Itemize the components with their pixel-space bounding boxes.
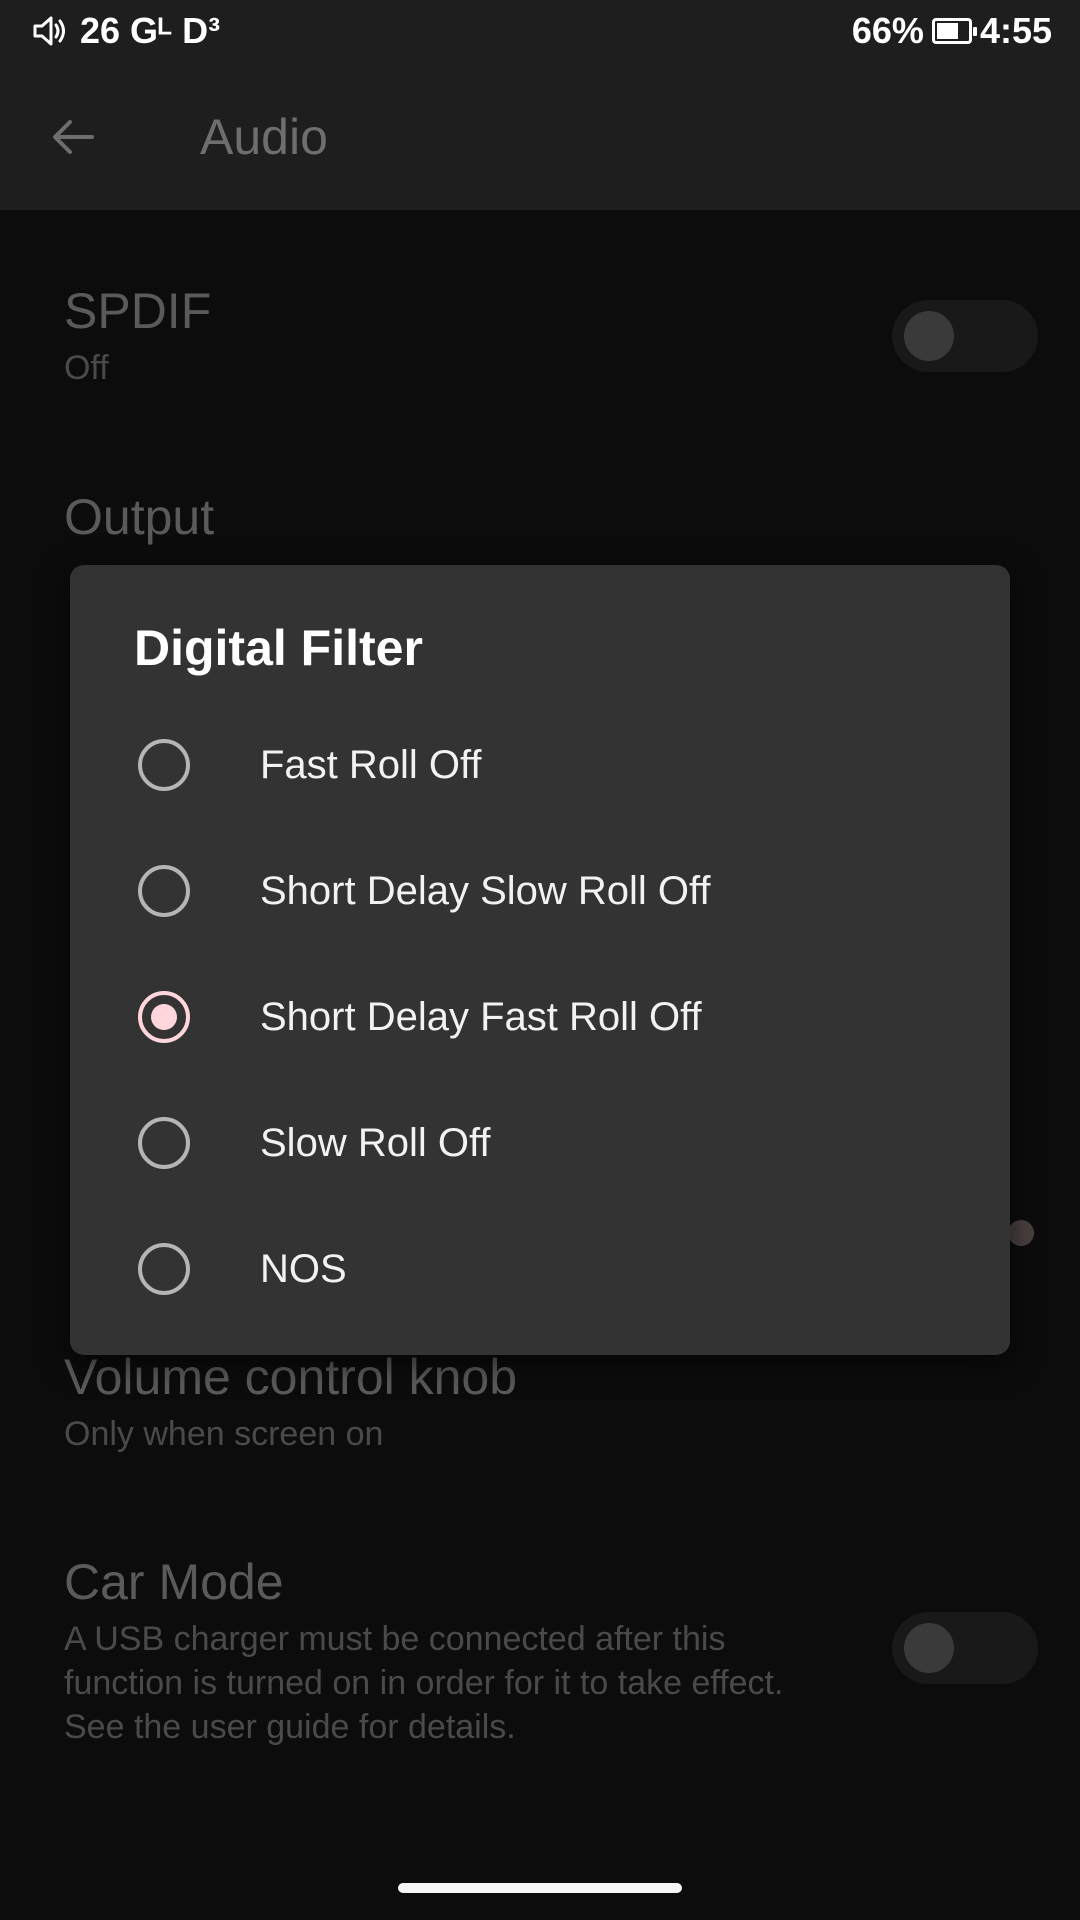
option-label: Short Delay Slow Roll Off (260, 869, 711, 913)
option-label: Slow Roll Off (260, 1121, 491, 1165)
radio-button-icon[interactable] (138, 739, 190, 791)
screen: 26 Gᴸ D³ 66% 4:55 Audio SPDIF Off Output… (0, 0, 1080, 1920)
option-short-delay-fast-roll-off[interactable]: Short Delay Fast Roll Off (70, 955, 1010, 1081)
option-short-delay-slow-roll-off[interactable]: Short Delay Slow Roll Off (70, 829, 1010, 955)
radio-button-icon[interactable] (138, 1117, 190, 1169)
option-fast-roll-off[interactable]: Fast Roll Off (70, 703, 1010, 829)
option-label: Fast Roll Off (260, 743, 482, 787)
radio-button-checked-icon[interactable] (138, 991, 190, 1043)
home-indicator[interactable] (398, 1883, 682, 1893)
option-label: Short Delay Fast Roll Off (260, 995, 702, 1039)
dialog-title: Digital Filter (134, 620, 423, 676)
digital-filter-dialog: Digital Filter Fast Roll Off Short Delay… (70, 565, 1010, 1355)
option-label: NOS (260, 1247, 347, 1291)
radio-button-icon[interactable] (138, 865, 190, 917)
option-slow-roll-off[interactable]: Slow Roll Off (70, 1081, 1010, 1207)
option-nos[interactable]: NOS (70, 1207, 1010, 1333)
radio-button-icon[interactable] (138, 1243, 190, 1295)
